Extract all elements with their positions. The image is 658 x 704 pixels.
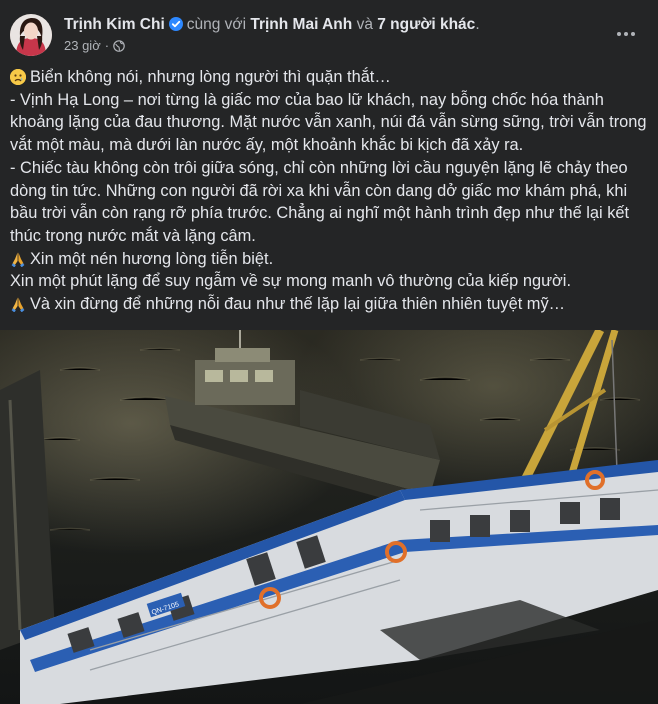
with-text: cùng với (186, 16, 247, 33)
tagged-others-link[interactable]: 7 người khác (377, 16, 475, 33)
sad-face-icon (10, 69, 26, 85)
globe-icon[interactable] (113, 39, 125, 52)
post-text: Biển không nói, nhưng lòng người thì quặ… (10, 66, 650, 316)
text-paragraph-2: - Chiếc tàu không còn trôi giữa sóng, ch… (10, 158, 630, 245)
author-line: Trịnh Kim Chi cùng với Trịnh Mai Anh và 7… (64, 15, 480, 35)
folded-hands-icon (10, 296, 26, 313)
more-dot (631, 32, 635, 36)
verified-badge-icon (168, 17, 183, 31)
period-text: . (475, 16, 480, 33)
author-name[interactable]: Trịnh Kim Chi (64, 16, 165, 33)
tagged-person-link[interactable]: Trịnh Mai Anh (250, 16, 352, 33)
text-silence-line: Xin một phút lặng để suy ngẫm về sự mong… (10, 272, 572, 291)
text-pray-line-2-content: Và xin đừng để những nỗi đau như thế lặp… (30, 295, 566, 314)
post-timestamp[interactable]: 23 giờ (64, 38, 101, 53)
post-photo[interactable]: QN-7105 (0, 330, 658, 704)
capsized-boat-photo: QN-7105 (0, 330, 658, 704)
text-line-1-content: Biển không nói, nhưng lòng người thì quặ… (30, 68, 391, 86)
author-avatar[interactable] (10, 14, 52, 56)
text-pray-line-1: Xin một nén hương lòng tiễn biệt. (10, 248, 650, 271)
more-options-button[interactable] (608, 22, 644, 46)
folded-hands-icon (10, 251, 26, 267)
post-header: Trịnh Kim Chi cùng với Trịnh Mai Anh và 7… (0, 0, 658, 64)
post-meta: 23 giờ · (64, 38, 125, 53)
text-paragraph-1: - Vịnh Hạ Long – nơi từng là giấc mơ của… (10, 90, 647, 155)
facebook-post: Trịnh Kim Chi cùng với Trịnh Mai Anh và 7… (0, 0, 658, 704)
more-horizontal-icon (617, 32, 621, 36)
text-line-1: Biển không nói, nhưng lòng người thì quặ… (10, 66, 650, 89)
meta-separator: · (104, 38, 110, 53)
text-pray-line-1-content: Xin một nén hương lòng tiễn biệt. (30, 249, 274, 268)
and-text: và (356, 16, 373, 33)
text-pray-line-2: Và xin đừng để những nỗi đau như thế lặp… (10, 293, 650, 316)
more-dot (624, 32, 628, 36)
